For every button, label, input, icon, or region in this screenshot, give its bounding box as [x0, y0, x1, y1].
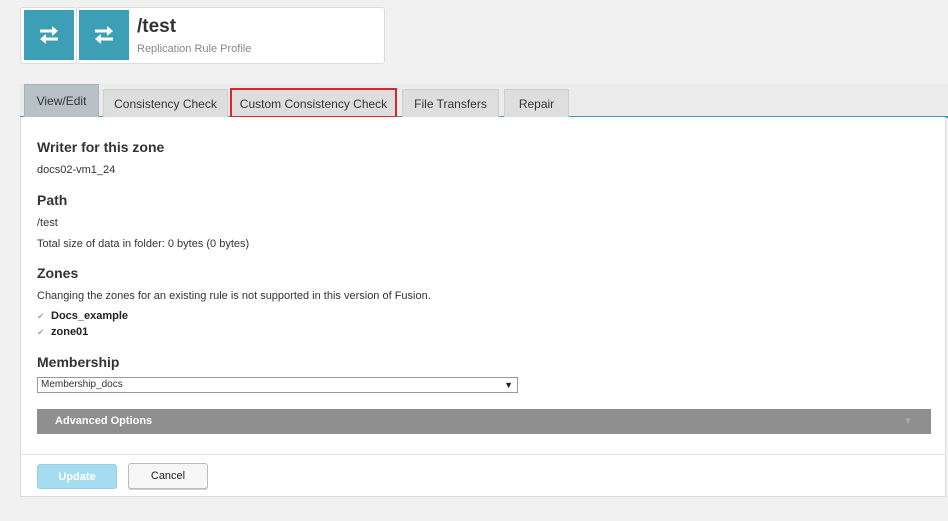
- update-button[interactable]: Update: [37, 464, 117, 489]
- zone-label: zone01: [51, 326, 89, 338]
- replication-arrows-icon: [79, 10, 129, 60]
- zone-item: ✔ Docs_example: [37, 310, 128, 322]
- zones-heading: Zones: [37, 265, 79, 281]
- folder-size-text: Total size of data in folder: 0 bytes (0…: [37, 238, 250, 250]
- checkbox-checked-icon[interactable]: ✔: [37, 311, 45, 322]
- page-title: /test: [137, 16, 177, 37]
- membership-heading: Membership: [37, 354, 120, 370]
- advanced-options-label: Advanced Options: [55, 415, 153, 427]
- tab-consistency-check[interactable]: Consistency Check: [103, 89, 228, 117]
- advanced-options-toggle[interactable]: Advanced Options ▼: [37, 409, 931, 434]
- checkbox-checked-icon[interactable]: ✔: [37, 327, 45, 338]
- tab-file-transfers[interactable]: File Transfers: [402, 89, 499, 117]
- membership-select[interactable]: Membership_docs ▼: [37, 377, 518, 393]
- zone-item: ✔ zone01: [37, 326, 88, 338]
- dropdown-arrow-icon: ▼: [504, 380, 513, 390]
- replication-arrows-icon: [24, 10, 74, 60]
- path-heading: Path: [37, 192, 68, 208]
- chevron-down-icon: ▼: [903, 416, 913, 427]
- zones-note: Changing the zones for an existing rule …: [37, 290, 431, 302]
- membership-selected-value: Membership_docs: [41, 379, 123, 390]
- path-value: /test: [37, 217, 58, 229]
- main-panel: [20, 117, 946, 497]
- zone-label: Docs_example: [51, 310, 129, 322]
- tab-view-edit[interactable]: View/Edit: [24, 84, 99, 117]
- tab-repair[interactable]: Repair: [504, 89, 569, 117]
- cancel-button[interactable]: Cancel: [128, 463, 208, 489]
- page-subtitle: Replication Rule Profile: [137, 43, 252, 55]
- tab-custom-consistency-check[interactable]: Custom Consistency Check: [230, 88, 397, 118]
- writer-heading: Writer for this zone: [37, 139, 165, 155]
- writer-value: docs02-vm1_24: [37, 164, 116, 176]
- divider: [20, 454, 946, 455]
